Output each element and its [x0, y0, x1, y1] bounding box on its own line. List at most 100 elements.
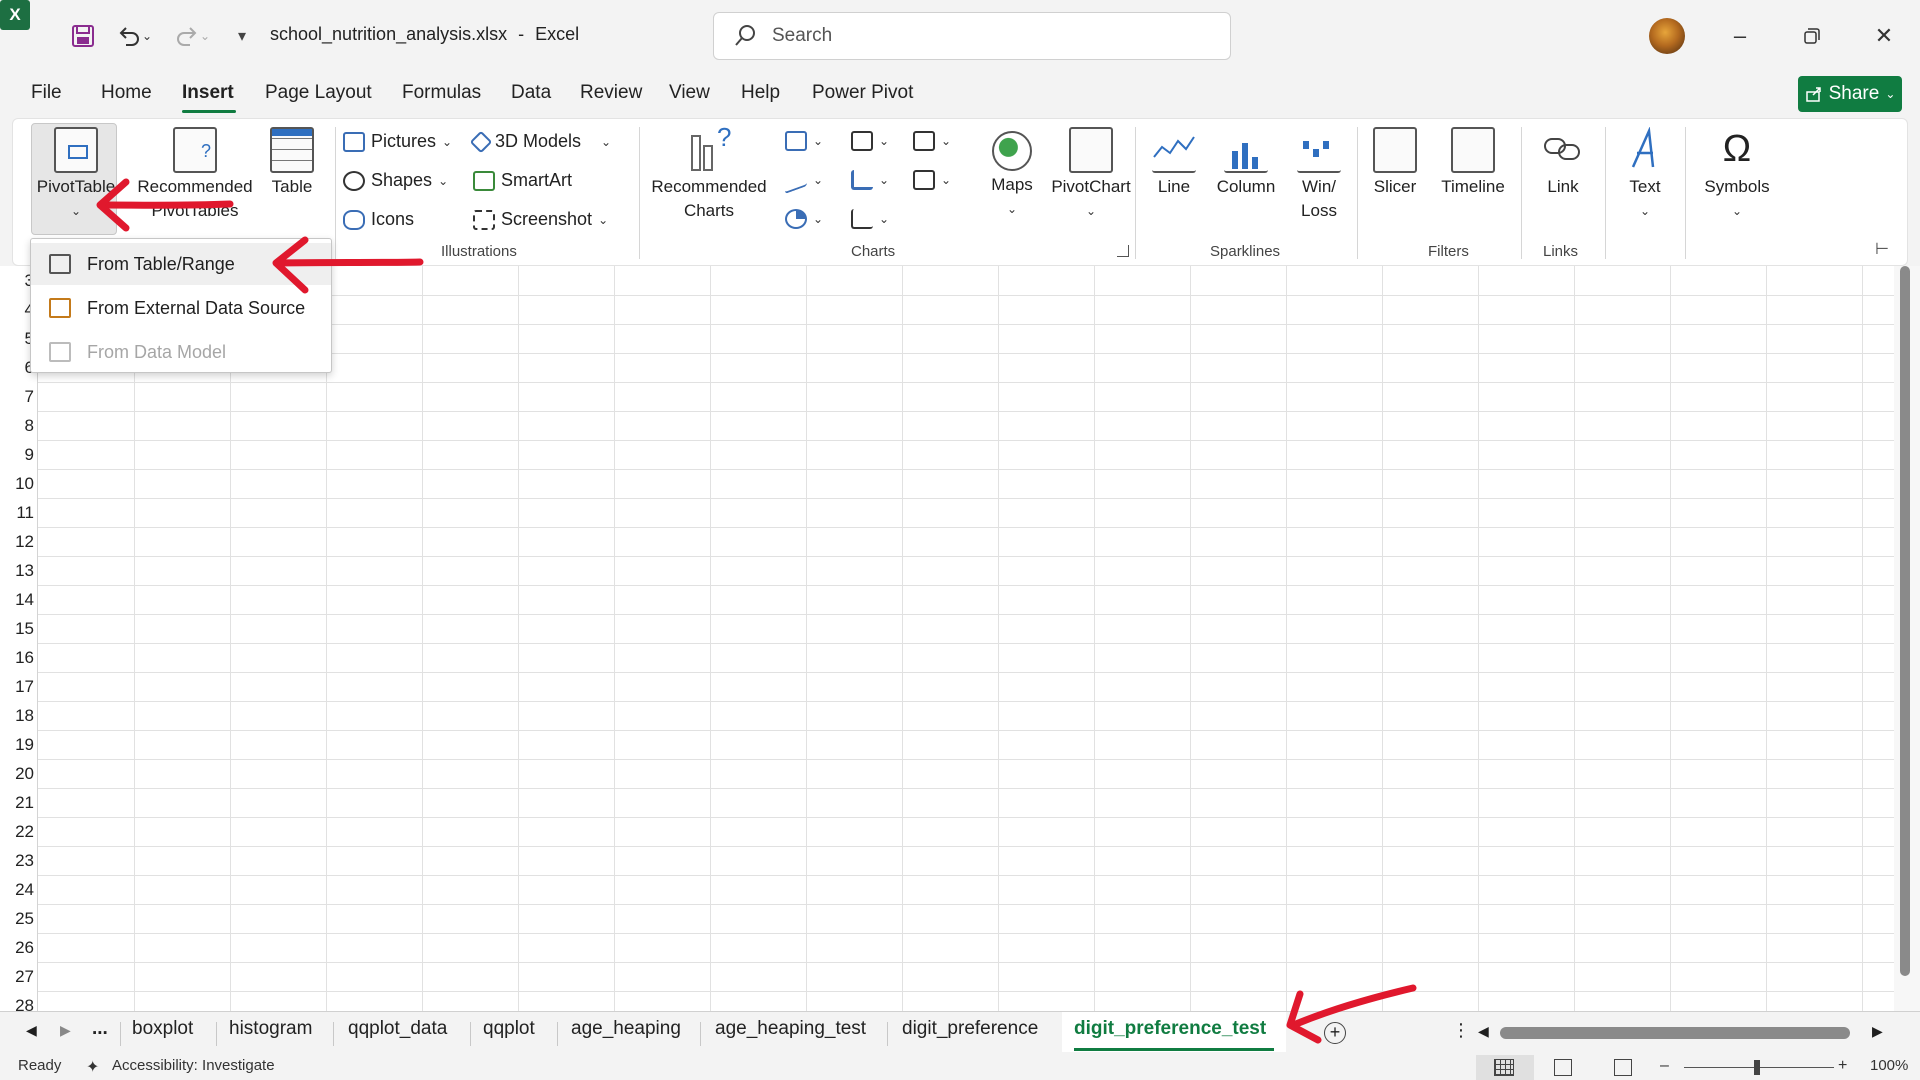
sheet-tab-qqplot-data[interactable]: qqplot_data [348, 1018, 447, 1040]
search-input[interactable]: Search [713, 12, 1231, 60]
pivottable-chevron-icon[interactable]: ⌄ [31, 199, 121, 223]
share-button[interactable]: Share ⌄ [1798, 76, 1902, 112]
add-sheet-icon[interactable]: + [1324, 1022, 1346, 1044]
sparkline-winloss-button[interactable]: Win/ Loss [1289, 127, 1349, 223]
close-icon[interactable]: ✕ [1864, 20, 1904, 52]
sparkline-column-button[interactable]: Column [1209, 127, 1283, 199]
row-header[interactable]: 5 [0, 329, 34, 349]
timeline-button[interactable]: Timeline [1431, 127, 1515, 199]
icons-button[interactable]: Icons [343, 209, 414, 230]
recommended-pivottables-button[interactable]: ? Recommended PivotTables [125, 127, 265, 223]
row-header[interactable]: 9 [0, 445, 34, 465]
row-header[interactable]: 3 [0, 271, 34, 291]
tab-file[interactable]: File [31, 82, 62, 104]
scroll-tabs-left-icon[interactable]: ◀ [26, 1022, 37, 1039]
tab-view[interactable]: View [669, 82, 710, 104]
menu-item-from-external-data-source[interactable]: From External Data Source [31, 287, 331, 329]
tab-formulas[interactable]: Formulas [402, 82, 481, 104]
row-header[interactable]: 6 [0, 358, 34, 378]
tab-power-pivot[interactable]: Power Pivot [812, 82, 913, 104]
row-header[interactable]: 23 [0, 851, 34, 871]
text-button[interactable]: Text ⌄ [1615, 126, 1675, 223]
row-header[interactable]: 19 [0, 735, 34, 755]
horizontal-scrollbar-thumb[interactable] [1500, 1027, 1850, 1039]
zoom-slider-thumb[interactable] [1754, 1060, 1760, 1075]
tab-home[interactable]: Home [101, 82, 152, 104]
table-button[interactable]: Table [257, 127, 327, 199]
row-header[interactable]: 10 [0, 474, 34, 494]
more-options-icon[interactable]: ⋮ [1452, 1020, 1470, 1041]
row-header[interactable]: 17 [0, 677, 34, 697]
line-chart-button[interactable]: ⌄ [785, 165, 823, 195]
vertical-scrollbar-thumb[interactable] [1900, 266, 1910, 976]
tab-data[interactable]: Data [511, 82, 551, 104]
customize-toolbar-icon[interactable]: ▾ [232, 20, 252, 52]
row-header[interactable]: 20 [0, 764, 34, 784]
sheet-tab-digit-preference-test[interactable]: digit_preference_test [1074, 1018, 1266, 1040]
charts-dialog-launcher-icon[interactable] [1117, 245, 1129, 257]
row-header[interactable]: 21 [0, 793, 34, 813]
avatar[interactable] [1649, 18, 1685, 54]
page-layout-view-icon[interactable] [1554, 1059, 1572, 1076]
row-header[interactable]: 27 [0, 967, 34, 987]
accessibility-status[interactable]: Accessibility: Investigate [112, 1057, 275, 1074]
scroll-left-icon[interactable]: ◀ [1478, 1023, 1489, 1040]
undo-icon[interactable]: ⌄ [112, 20, 156, 52]
recommended-charts-button[interactable]: ? Recommended Charts [647, 124, 771, 223]
sheet-tab-histogram[interactable]: histogram [229, 1018, 312, 1040]
accessibility-icon[interactable]: ✦ [86, 1057, 99, 1077]
statistic-chart-button[interactable]: ⌄ [851, 170, 889, 190]
sparkline-line-button[interactable]: Line [1147, 127, 1201, 199]
pin-ribbon-icon[interactable]: ⊢ [1875, 239, 1889, 259]
pie-chart-button[interactable]: ⌄ [785, 209, 823, 229]
waterfall-chart-button[interactable]: ⌄ [913, 131, 951, 151]
minimize-icon[interactable]: – [1720, 20, 1760, 52]
row-header[interactable]: 4 [0, 300, 34, 320]
scatter-chart-button[interactable]: ⌄ [851, 209, 889, 229]
row-header[interactable]: 25 [0, 909, 34, 929]
tab-page-layout[interactable]: Page Layout [265, 82, 372, 104]
row-header[interactable]: 12 [0, 532, 34, 552]
row-header[interactable]: 18 [0, 706, 34, 726]
undo-chevron-icon[interactable]: ⌄ [142, 29, 152, 43]
shapes-button[interactable]: Shapes ⌄ [343, 170, 448, 191]
save-icon[interactable] [68, 20, 98, 52]
pivottable-button[interactable]: PivotTable ⌄ [31, 127, 121, 223]
smartart-button[interactable]: SmartArt [473, 170, 572, 191]
more-sheets-button[interactable]: ... [92, 1018, 108, 1040]
row-header[interactable]: 16 [0, 648, 34, 668]
row-header[interactable]: 13 [0, 561, 34, 581]
sheet-tab-age-heaping[interactable]: age_heaping [571, 1018, 681, 1040]
combo-chart-button[interactable]: ⌄ [913, 170, 951, 190]
row-header[interactable]: 7 [0, 387, 34, 407]
sheet-tab-qqplot[interactable]: qqplot [483, 1018, 535, 1040]
row-header[interactable]: 8 [0, 416, 34, 436]
page-break-view-icon[interactable] [1614, 1059, 1632, 1076]
slicer-button[interactable]: Slicer [1365, 127, 1425, 199]
zoom-level[interactable]: 100% [1870, 1057, 1908, 1074]
pictures-button[interactable]: Pictures ⌄ [343, 131, 452, 152]
sheet-tab-age-heaping-test[interactable]: age_heaping_test [715, 1018, 866, 1040]
scroll-tabs-right-icon[interactable]: ▶ [60, 1022, 71, 1039]
row-header[interactable]: 22 [0, 822, 34, 842]
row-header[interactable]: 11 [0, 503, 34, 523]
zoom-out-icon[interactable]: – [1660, 1057, 1669, 1075]
tab-review[interactable]: Review [580, 82, 642, 104]
scroll-right-icon[interactable]: ▶ [1872, 1023, 1883, 1040]
tab-help[interactable]: Help [741, 82, 780, 104]
3d-models-button[interactable]: 3D Models ⌄ [469, 130, 611, 153]
row-header[interactable]: 15 [0, 619, 34, 639]
row-header[interactable]: 26 [0, 938, 34, 958]
sheet-tab-boxplot[interactable]: boxplot [132, 1018, 193, 1040]
restore-icon[interactable] [1792, 20, 1832, 52]
link-button[interactable]: Link [1533, 127, 1593, 199]
row-header[interactable]: 24 [0, 880, 34, 900]
zoom-in-icon[interactable]: + [1838, 1057, 1847, 1075]
column-chart-button[interactable]: ⌄ [785, 131, 823, 151]
maps-button[interactable]: Maps ⌄ [975, 127, 1049, 221]
sheet-tab-digit-preference[interactable]: digit_preference [902, 1018, 1038, 1040]
tab-insert[interactable]: Insert [182, 82, 234, 104]
menu-item-from-table-range[interactable]: From Table/Range [31, 243, 331, 285]
pivotchart-button[interactable]: PivotChart ⌄ [1043, 127, 1139, 223]
hierarchy-chart-button[interactable]: ⌄ [851, 131, 889, 151]
